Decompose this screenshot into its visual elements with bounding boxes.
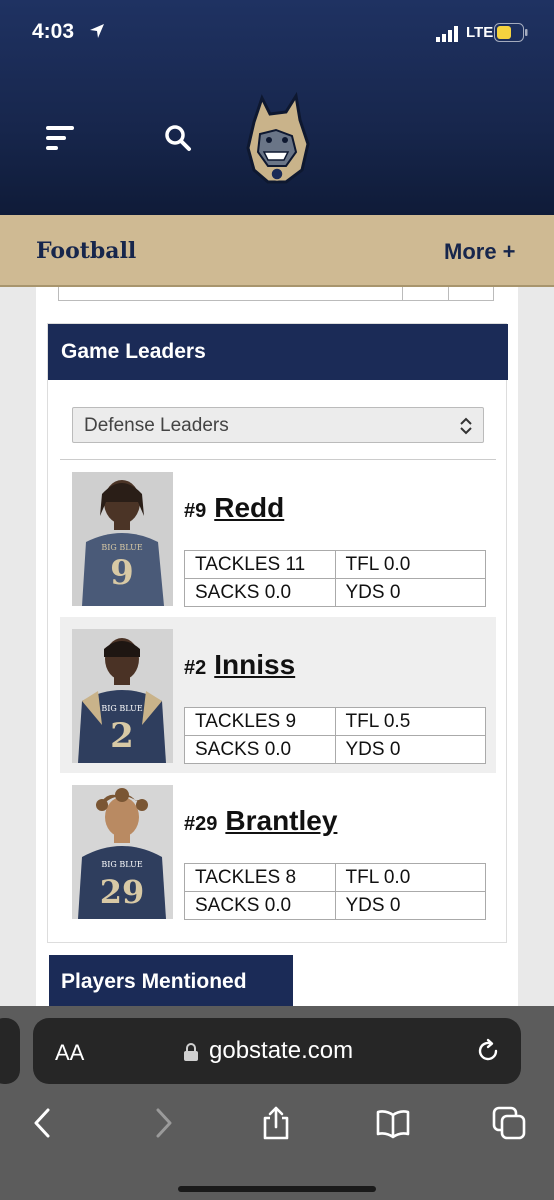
player-number: #2 <box>184 657 207 679</box>
player-stats-table: TACKLES 9 TFL 0.5 SACKS 0.0 YDS 0 <box>184 707 486 764</box>
status-time: 4:03 <box>32 20 75 43</box>
forward-icon[interactable] <box>146 1106 180 1140</box>
player-number: #29 <box>184 813 218 835</box>
stat-yds: YDS 0 <box>334 891 486 920</box>
site-header: 4:03 LTE <box>0 0 554 215</box>
game-leaders-title: Game Leaders <box>61 340 206 363</box>
more-menu-button[interactable]: More + <box>444 239 516 265</box>
content-card: Game Leaders Defense Leaders BIG BLUE 9 <box>36 287 518 1007</box>
svg-text:9: 9 <box>110 553 134 593</box>
players-mentioned-title: Players Mentioned <box>61 970 247 993</box>
player-name-link[interactable]: Inniss <box>214 649 295 680</box>
player-name-line: #2 Inniss <box>184 649 295 681</box>
bulldog-logo-icon[interactable] <box>242 90 312 186</box>
previous-tab-peek[interactable] <box>0 1018 20 1084</box>
svg-text:BIG BLUE: BIG BLUE <box>101 543 142 552</box>
chevron-up-down-icon <box>460 417 472 435</box>
battery-icon <box>494 23 528 42</box>
player-name-link[interactable]: Brantley <box>225 805 337 836</box>
stat-tackles: TACKLES 8 <box>184 863 336 892</box>
reload-icon[interactable] <box>475 1038 501 1064</box>
status-bar: 4:03 LTE <box>0 0 554 64</box>
player-name-line: #9 Redd <box>184 492 284 524</box>
stat-tackles: TACKLES 11 <box>184 550 336 579</box>
player-stats-table: TACKLES 11 TFL 0.0 SACKS 0.0 YDS 0 <box>184 550 486 607</box>
player-photo[interactable]: BIG BLUE 9 <box>72 472 173 606</box>
svg-text:29: 29 <box>100 873 145 911</box>
player-name-link[interactable]: Redd <box>214 492 284 523</box>
player-name-line: #29 Brantley <box>184 805 337 837</box>
leader-card: BIG BLUE 2 #2 Inniss TACKLES 9 TFL 0.5 SA… <box>60 617 496 773</box>
player-number: #9 <box>184 500 207 522</box>
stat-tfl: TFL 0.0 <box>334 863 486 892</box>
player-photo[interactable]: BIG BLUE 29 <box>72 785 173 919</box>
browser-toolbar: AA gobstate.com <box>0 1006 554 1200</box>
network-label: LTE <box>466 24 494 41</box>
game-leaders-header: Game Leaders <box>48 324 508 380</box>
url-text[interactable]: gobstate.com <box>209 1037 353 1065</box>
address-bar[interactable]: AA gobstate.com <box>33 1018 521 1084</box>
stat-tackles: TACKLES 9 <box>184 707 336 736</box>
stat-yds: YDS 0 <box>334 735 486 764</box>
stat-sacks: SACKS 0.0 <box>184 891 336 920</box>
stat-sacks: SACKS 0.0 <box>184 735 336 764</box>
previous-table-fragment <box>58 287 494 301</box>
lock-icon <box>184 1043 198 1061</box>
player-stats-table: TACKLES 8 TFL 0.0 SACKS 0.0 YDS 0 <box>184 863 486 920</box>
bookmarks-icon[interactable] <box>376 1106 410 1140</box>
menu-icon[interactable] <box>44 124 76 152</box>
svg-text:2: 2 <box>110 716 134 756</box>
text-size-button[interactable]: AA <box>55 1040 84 1066</box>
player-photo[interactable]: BIG BLUE 2 <box>72 629 173 763</box>
share-icon[interactable] <box>259 1106 293 1140</box>
players-mentioned-header: Players Mentioned <box>49 955 293 1007</box>
leader-card: BIG BLUE 29 #29 Brantley TACKLES 8 TFL 0.… <box>60 773 496 929</box>
stat-sacks: SACKS 0.0 <box>184 578 336 607</box>
location-arrow-icon <box>90 24 104 38</box>
leader-card: BIG BLUE 9 #9 Redd TACKLES 11 TFL 0.0 SAC… <box>60 460 496 616</box>
tabs-icon[interactable] <box>492 1106 526 1140</box>
stat-tfl: TFL 0.5 <box>334 707 486 736</box>
leaders-category-select[interactable]: Defense Leaders <box>72 407 484 443</box>
svg-text:BIG BLUE: BIG BLUE <box>101 704 142 713</box>
game-leaders-section: Game Leaders Defense Leaders BIG BLUE 9 <box>47 323 508 943</box>
leaders-category-value: Defense Leaders <box>84 415 229 436</box>
home-indicator <box>178 1186 376 1192</box>
sport-title[interactable]: Football <box>36 238 136 264</box>
signal-icon <box>436 26 458 42</box>
back-icon[interactable] <box>26 1106 60 1140</box>
stat-yds: YDS 0 <box>334 578 486 607</box>
search-icon[interactable] <box>164 124 192 152</box>
svg-text:BIG BLUE: BIG BLUE <box>101 860 142 869</box>
stat-tfl: TFL 0.0 <box>334 550 486 579</box>
sport-subnav: Football More + <box>0 215 554 287</box>
